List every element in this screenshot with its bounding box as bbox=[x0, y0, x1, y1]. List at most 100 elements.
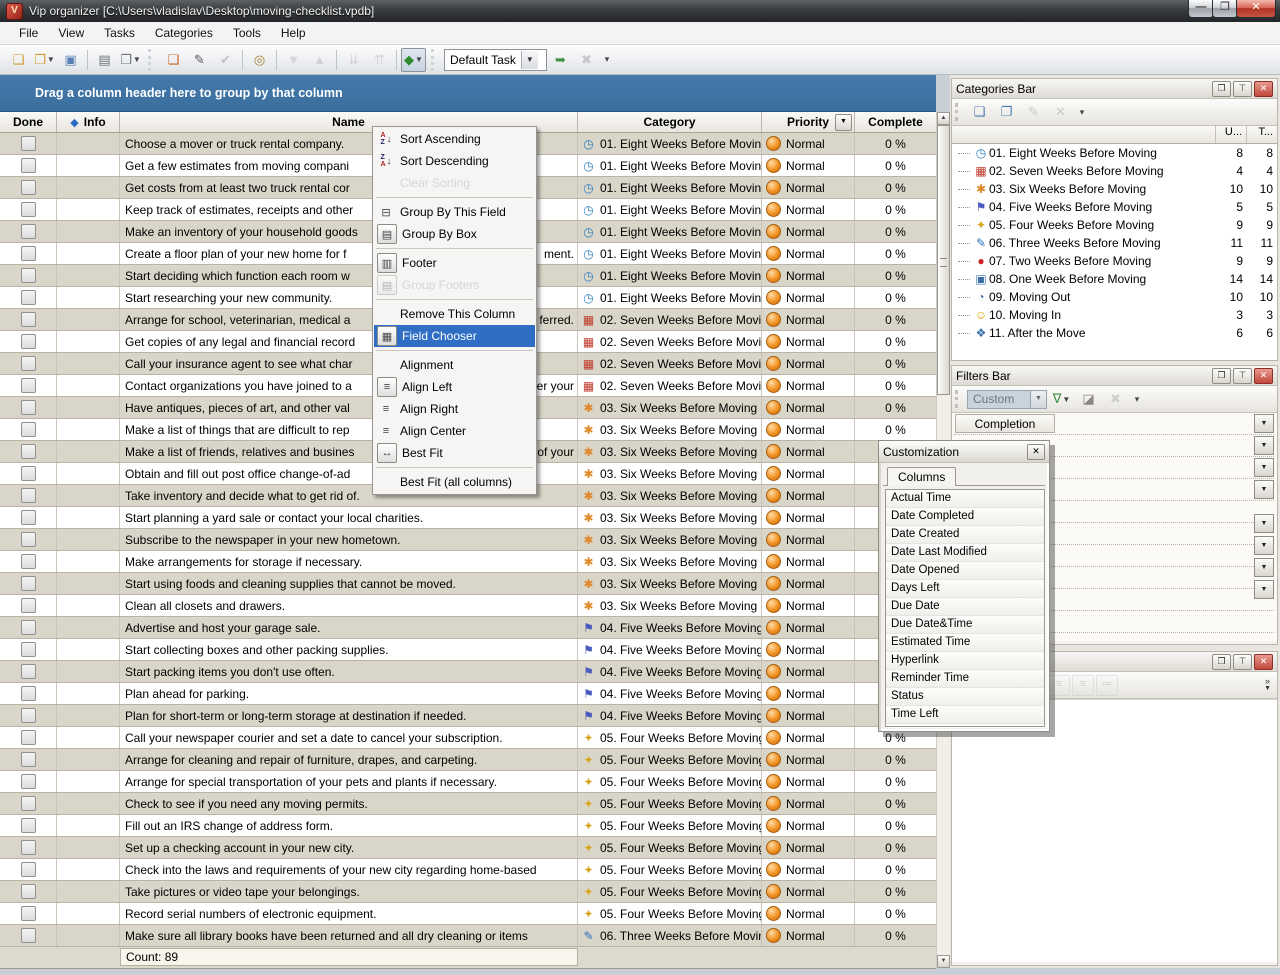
filters-panel-header[interactable]: Filters Bar ❐ ⊤ ✕ bbox=[952, 366, 1277, 386]
menu-item-tools[interactable]: Tools bbox=[224, 23, 270, 43]
table-row[interactable]: Fill out an IRS change of address form.✦… bbox=[0, 815, 936, 837]
category-list-item[interactable]: ▣08. One Week Before Moving1414 bbox=[952, 270, 1277, 288]
menu-item-group-by-this-field[interactable]: ⊟Group By This Field bbox=[374, 201, 535, 223]
field-chooser-item[interactable]: Hyperlink bbox=[886, 652, 1044, 670]
done-checkbox[interactable] bbox=[21, 752, 36, 767]
done-checkbox[interactable] bbox=[21, 906, 36, 921]
minimize-button[interactable]: — bbox=[1188, 0, 1214, 18]
category-list-item[interactable]: ❖11. After the Move66 bbox=[952, 324, 1277, 342]
field-chooser-item[interactable]: Date Opened bbox=[886, 562, 1044, 580]
menu-item-best-fit[interactable]: ↔Best Fit bbox=[374, 442, 535, 464]
restore-panel-icon[interactable]: ❐ bbox=[1212, 368, 1231, 384]
col-total[interactable]: T... bbox=[1246, 126, 1277, 143]
category-list-item[interactable]: ◔09. Moving Out1010 bbox=[952, 288, 1277, 306]
column-header-priority[interactable]: Priority ▼ bbox=[762, 112, 855, 132]
done-checkbox[interactable] bbox=[21, 400, 36, 415]
new-category-icon[interactable]: ❏ bbox=[967, 100, 992, 124]
pin-icon[interactable]: ⊤ bbox=[1233, 368, 1252, 384]
done-checkbox[interactable] bbox=[21, 598, 36, 613]
field-chooser-item[interactable]: Due Date&Time bbox=[886, 616, 1044, 634]
done-checkbox[interactable] bbox=[21, 620, 36, 635]
table-row[interactable]: Start collecting boxes and other packing… bbox=[0, 639, 936, 661]
task-type-combo[interactable]: Default Task▼ bbox=[444, 49, 547, 71]
erase-filter-icon[interactable]: ◪ bbox=[1076, 387, 1101, 411]
done-checkbox[interactable] bbox=[21, 664, 36, 679]
table-row[interactable]: Record serial numbers of electronic equi… bbox=[0, 903, 936, 925]
done-checkbox[interactable] bbox=[21, 818, 36, 833]
column-header-category[interactable]: Category bbox=[578, 112, 762, 132]
filter-value-dropdown[interactable]: ▼ bbox=[1254, 514, 1274, 533]
edit-task-icon[interactable]: ✎ bbox=[187, 48, 212, 72]
scroll-down-button[interactable]: ▼ bbox=[937, 955, 950, 968]
new-task-icon[interactable]: ❑ bbox=[161, 48, 186, 72]
category-list-item[interactable]: ✦05. Four Weeks Before Moving99 bbox=[952, 216, 1277, 234]
table-row[interactable]: Start using foods and cleaning supplies … bbox=[0, 573, 936, 595]
done-checkbox[interactable] bbox=[21, 290, 36, 305]
done-checkbox[interactable] bbox=[21, 202, 36, 217]
categories-overflow-icon[interactable]: ▾ bbox=[1075, 100, 1089, 124]
scroll-up-button[interactable]: ▲ bbox=[937, 112, 950, 125]
priority-filter-button[interactable]: ▼ bbox=[835, 114, 852, 131]
filter-value-dropdown[interactable]: ▼ bbox=[1254, 580, 1274, 599]
close-button[interactable]: ✕ bbox=[1236, 0, 1276, 18]
restore-panel-icon[interactable]: ❐ bbox=[1212, 81, 1231, 97]
new-database-icon[interactable]: ❏ bbox=[6, 48, 31, 72]
field-chooser-item[interactable]: Estimated Time bbox=[886, 634, 1044, 652]
close-panel-icon[interactable]: ✕ bbox=[1254, 81, 1273, 97]
dialog-close-icon[interactable]: ✕ bbox=[1027, 444, 1045, 460]
field-chooser-item[interactable]: Date Completed bbox=[886, 508, 1044, 526]
done-checkbox[interactable] bbox=[21, 774, 36, 789]
table-row[interactable]: Take pictures or video tape your belongi… bbox=[0, 881, 936, 903]
category-list-item[interactable]: ▦02. Seven Weeks Before Moving44 bbox=[952, 162, 1277, 180]
done-checkbox[interactable] bbox=[21, 928, 36, 943]
done-checkbox[interactable] bbox=[21, 466, 36, 481]
menu-item-sort-ascending[interactable]: AZ↓Sort Ascending bbox=[374, 128, 535, 150]
field-chooser-item[interactable]: Date Created bbox=[886, 526, 1044, 544]
done-checkbox[interactable] bbox=[21, 356, 36, 371]
table-row[interactable]: Make arrangements for storage if necessa… bbox=[0, 551, 936, 573]
done-checkbox[interactable] bbox=[21, 862, 36, 877]
close-panel-icon[interactable]: ✕ bbox=[1254, 368, 1273, 384]
done-checkbox[interactable] bbox=[21, 334, 36, 349]
chevron-down-icon[interactable]: ▼ bbox=[415, 55, 423, 64]
chevron-down-icon[interactable]: ▼ bbox=[133, 55, 141, 64]
tab-columns[interactable]: Columns bbox=[887, 467, 956, 486]
filters-overflow-icon[interactable]: ▾ bbox=[1130, 387, 1144, 411]
column-header-done[interactable]: Done bbox=[0, 112, 57, 132]
done-checkbox[interactable] bbox=[21, 444, 36, 459]
done-checkbox[interactable] bbox=[21, 642, 36, 657]
done-checkbox[interactable] bbox=[21, 796, 36, 811]
find-tasks-icon[interactable]: ◎ bbox=[247, 48, 272, 72]
menu-item-footer[interactable]: ▥Footer bbox=[374, 252, 535, 274]
table-row[interactable]: Check into the laws and requirements of … bbox=[0, 859, 936, 881]
menu-item-sort-descending[interactable]: ZA↓Sort Descending bbox=[374, 150, 535, 172]
table-row[interactable]: Arrange for cleaning and repair of furni… bbox=[0, 749, 936, 771]
notes-editor[interactable] bbox=[952, 699, 1277, 962]
menu-item-best-fit-all-columns[interactable]: Best Fit (all columns) bbox=[374, 471, 535, 493]
table-row[interactable]: Advertise and host your garage sale.⚑04.… bbox=[0, 617, 936, 639]
apply-filter-icon[interactable]: ∇▼ bbox=[1049, 387, 1074, 411]
done-checkbox[interactable] bbox=[21, 840, 36, 855]
table-row[interactable]: Call your newspaper courier and set a da… bbox=[0, 727, 936, 749]
notes-panel-toggle-icon[interactable]: ◆▼ bbox=[401, 48, 426, 72]
dialog-title-bar[interactable]: Customization ✕ bbox=[879, 441, 1049, 463]
menu-item-tasks[interactable]: Tasks bbox=[95, 23, 144, 43]
column-header-complete[interactable]: Complete bbox=[855, 112, 936, 132]
field-chooser-item[interactable]: Date Last Modified bbox=[886, 544, 1044, 562]
done-checkbox[interactable] bbox=[21, 378, 36, 393]
category-list-item[interactable]: ⚑04. Five Weeks Before Moving55 bbox=[952, 198, 1277, 216]
menu-item-remove-this-column[interactable]: Remove This Column bbox=[374, 303, 535, 325]
table-row[interactable]: Clean all closets and drawers.✱03. Six W… bbox=[0, 595, 936, 617]
done-checkbox[interactable] bbox=[21, 730, 36, 745]
menu-item-categories[interactable]: Categories bbox=[146, 23, 222, 43]
apply-task-type-icon[interactable]: ➥ bbox=[548, 48, 573, 72]
menu-item-alignment[interactable]: Alignment bbox=[374, 354, 535, 376]
chevron-down-icon[interactable]: ▼ bbox=[521, 51, 538, 69]
restore-button[interactable]: ❐ bbox=[1212, 0, 1238, 18]
chevron-down-icon[interactable]: ▼ bbox=[1062, 395, 1070, 404]
done-checkbox[interactable] bbox=[21, 686, 36, 701]
pin-icon[interactable]: ⊤ bbox=[1233, 81, 1252, 97]
notes-toolbar-overflow-icon[interactable]: »▼ bbox=[1264, 677, 1271, 693]
open-database-icon[interactable]: ❐▼ bbox=[32, 48, 57, 72]
done-checkbox[interactable] bbox=[21, 422, 36, 437]
